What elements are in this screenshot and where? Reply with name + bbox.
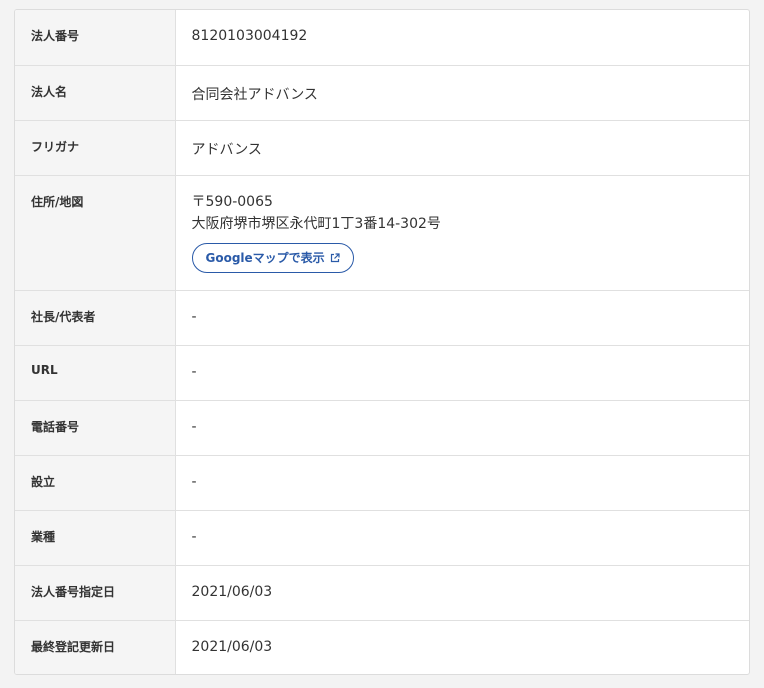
company-info-table: 法人番号 8120103004192 法人名 合同会社アドバンス フリガナ アド… xyxy=(15,10,749,674)
google-map-button-label: Googleマップで表示 xyxy=(205,251,325,265)
company-info-card: 法人番号 8120103004192 法人名 合同会社アドバンス フリガナ アド… xyxy=(14,9,750,675)
label-industry: 業種 xyxy=(15,510,176,565)
value-address: 〒590-0065 大阪府堺市堺区永代町1丁3番14-302号 Googleマッ… xyxy=(175,175,749,290)
value-phone: - xyxy=(191,418,197,435)
row-number-assigned-date: 法人番号指定日 2021/06/03 xyxy=(15,565,749,620)
value-corporate-number: 8120103004192 xyxy=(191,28,308,44)
external-link-icon xyxy=(330,252,340,263)
address-text: 大阪府堺市堺区永代町1丁3番14-302号 xyxy=(191,215,441,232)
row-representative: 社長/代表者 - xyxy=(15,290,749,345)
label-corporate-name: 法人名 xyxy=(15,65,176,120)
row-url: URL - xyxy=(15,345,749,400)
google-map-button[interactable]: Googleマップで表示 xyxy=(191,242,354,273)
label-number-assigned-date: 法人番号指定日 xyxy=(15,565,176,620)
label-established: 設立 xyxy=(15,455,176,510)
row-furigana: フリガナ アドバンス xyxy=(15,120,749,175)
row-phone: 電話番号 - xyxy=(15,400,749,455)
value-industry: - xyxy=(191,528,197,545)
value-established: - xyxy=(191,473,197,490)
row-established: 設立 - xyxy=(15,455,749,510)
label-address: 住所/地図 xyxy=(15,175,176,290)
row-industry: 業種 - xyxy=(15,510,749,565)
row-address: 住所/地図 〒590-0065 大阪府堺市堺区永代町1丁3番14-302号 Go… xyxy=(15,175,749,290)
value-representative: - xyxy=(191,308,197,325)
label-representative: 社長/代表者 xyxy=(15,290,176,345)
label-corporate-number: 法人番号 xyxy=(15,10,176,65)
value-corporate-name: 合同会社アドバンス xyxy=(191,86,318,103)
row-corporate-number: 法人番号 8120103004192 xyxy=(15,10,749,65)
postal-code: 〒590-0065 xyxy=(191,193,273,210)
value-number-assigned-date: 2021/06/03 xyxy=(191,583,273,600)
label-phone: 電話番号 xyxy=(15,400,176,455)
label-last-updated-date: 最終登記更新日 xyxy=(15,620,176,674)
label-furigana: フリガナ xyxy=(15,120,176,175)
label-url: URL xyxy=(15,345,176,400)
row-last-updated-date: 最終登記更新日 2021/06/03 xyxy=(15,620,749,674)
row-corporate-name: 法人名 合同会社アドバンス xyxy=(15,65,749,120)
value-url: - xyxy=(191,363,197,380)
value-furigana: アドバンス xyxy=(191,141,262,158)
value-last-updated-date: 2021/06/03 xyxy=(191,638,273,655)
